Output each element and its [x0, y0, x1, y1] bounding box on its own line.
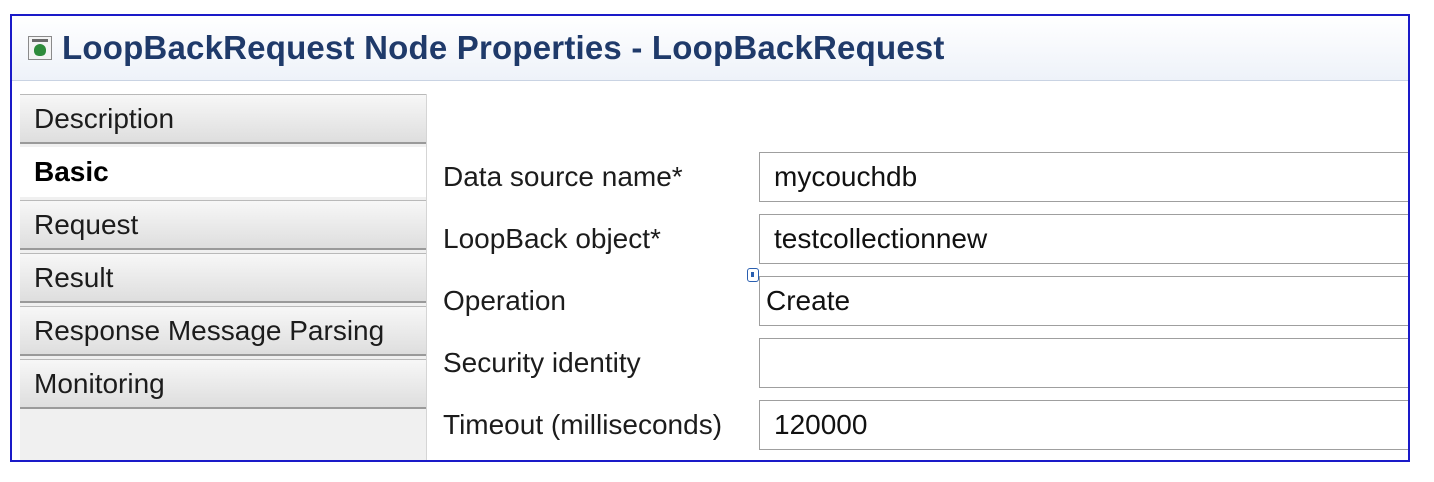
properties-window: LoopBackRequest Node Properties - LoopBa…: [10, 14, 1410, 462]
tab-basic[interactable]: Basic: [20, 147, 426, 197]
properties-tab-list: Description Basic Request Result Respons…: [20, 94, 426, 460]
timeout-label: Timeout (milliseconds): [443, 409, 723, 440]
data-source-row: Data source name* mycouchdb: [427, 150, 1408, 204]
loopback-object-row: LoopBack object* testcollectionnew: [427, 212, 1408, 266]
window-title: LoopBackRequest Node Properties - LoopBa…: [62, 29, 945, 66]
operation-row: Operation Create: [427, 268, 1408, 328]
timeout-input[interactable]: 120000: [759, 400, 1408, 450]
tab-response-message-parsing[interactable]: Response Message Parsing: [20, 306, 426, 356]
security-identity-label: Security identity: [443, 347, 641, 378]
data-source-input[interactable]: mycouchdb: [759, 152, 1408, 202]
timeout-row: Timeout (milliseconds) 120000: [427, 398, 1408, 452]
basic-properties-panel: Data source name* mycouchdb LoopBack obj…: [426, 94, 1408, 460]
operation-select[interactable]: Create: [759, 276, 1408, 326]
tab-request[interactable]: Request: [20, 200, 426, 250]
operation-label: Operation: [443, 285, 566, 316]
security-identity-input[interactable]: [759, 338, 1408, 388]
data-source-label: Data source name*: [443, 161, 683, 192]
loopback-object-label: LoopBack object*: [443, 223, 661, 254]
tab-monitoring[interactable]: Monitoring: [20, 359, 426, 409]
loopback-object-input[interactable]: testcollectionnew: [759, 214, 1408, 264]
title-bar: LoopBackRequest Node Properties - LoopBa…: [12, 16, 1408, 81]
info-icon: [747, 268, 759, 282]
node-properties-icon: [28, 36, 52, 60]
security-identity-row: Security identity: [427, 336, 1408, 390]
tab-result[interactable]: Result: [20, 253, 426, 303]
tab-description[interactable]: Description: [20, 94, 426, 144]
